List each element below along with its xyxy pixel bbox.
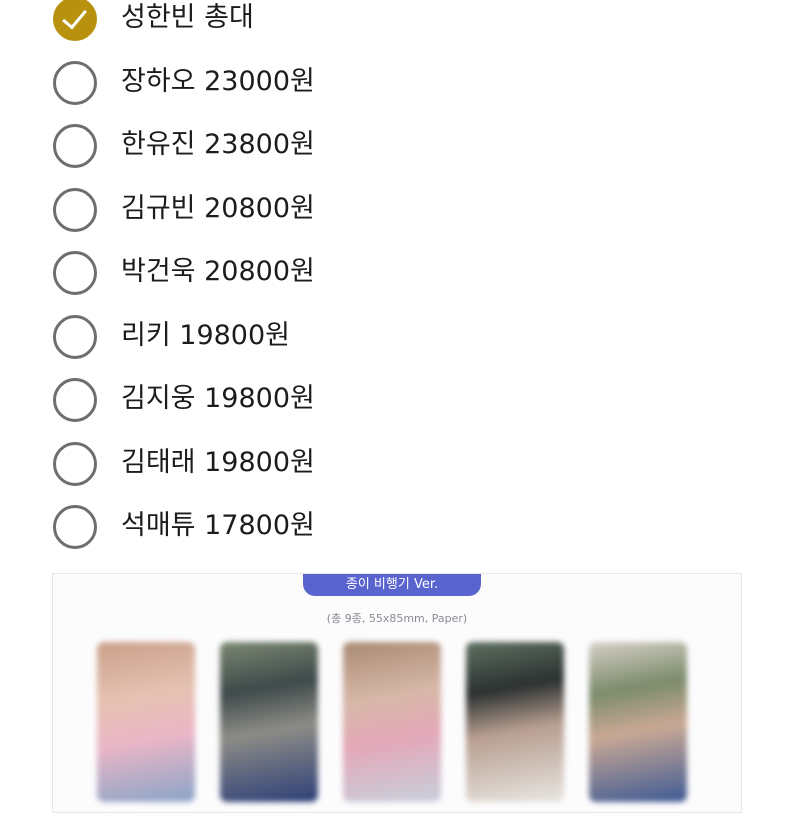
- option-row[interactable]: 석매튜 17800원: [0, 494, 795, 558]
- photocard-image: [220, 642, 318, 802]
- product-image-panel: 종이 비행기 Ver. (총 9종, 55x85mm, Paper): [52, 573, 742, 813]
- option-label: 박건욱 20800원: [121, 256, 315, 287]
- option-label: 김규빈 20800원: [121, 192, 315, 224]
- photocard-image: [589, 642, 687, 802]
- radio-button[interactable]: [53, 60, 97, 105]
- radio-button[interactable]: [53, 314, 97, 359]
- option-label: 리키 19800원: [121, 319, 290, 351]
- radio-checked[interactable]: [53, 0, 97, 41]
- option-row[interactable]: 장하오 23000원: [0, 50, 795, 114]
- option-label: 성한빈 총대: [121, 2, 254, 33]
- option-row[interactable]: 김규빈 20800원: [0, 177, 795, 241]
- photocard-image: [466, 642, 564, 802]
- radio-button[interactable]: [53, 378, 97, 422]
- version-pill: 종이 비행기 Ver.: [303, 574, 481, 596]
- radio-button[interactable]: [53, 505, 97, 549]
- option-row[interactable]: 김태래 19800원: [0, 431, 795, 495]
- option-label: 한유진 23800원: [121, 129, 315, 160]
- option-label: 장하오 23000원: [121, 65, 315, 97]
- photocard-image: [97, 642, 195, 802]
- member-option-list: 성한빈 총대 장하오 23000원 한유진 23800원 김규빈 20800원 …: [0, 0, 795, 558]
- radio-button[interactable]: [53, 251, 97, 295]
- photocard-image: [343, 642, 441, 802]
- option-row[interactable]: 성한빈 총대: [0, 0, 795, 50]
- option-label: 김지웅 19800원: [121, 383, 315, 414]
- option-label: 김태래 19800원: [121, 446, 315, 478]
- checkmark-icon: [62, 3, 87, 30]
- radio-button[interactable]: [53, 187, 97, 232]
- option-row[interactable]: 한유진 23800원: [0, 113, 795, 177]
- radio-button[interactable]: [53, 124, 97, 168]
- option-label: 석매튜 17800원: [121, 510, 315, 541]
- option-row[interactable]: 박건욱 20800원: [0, 240, 795, 304]
- option-row[interactable]: 리키 19800원: [0, 304, 795, 368]
- option-row[interactable]: 김지웅 19800원: [0, 367, 795, 431]
- radio-button[interactable]: [53, 441, 97, 486]
- spec-text: (총 9종, 55x85mm, Paper): [326, 612, 468, 625]
